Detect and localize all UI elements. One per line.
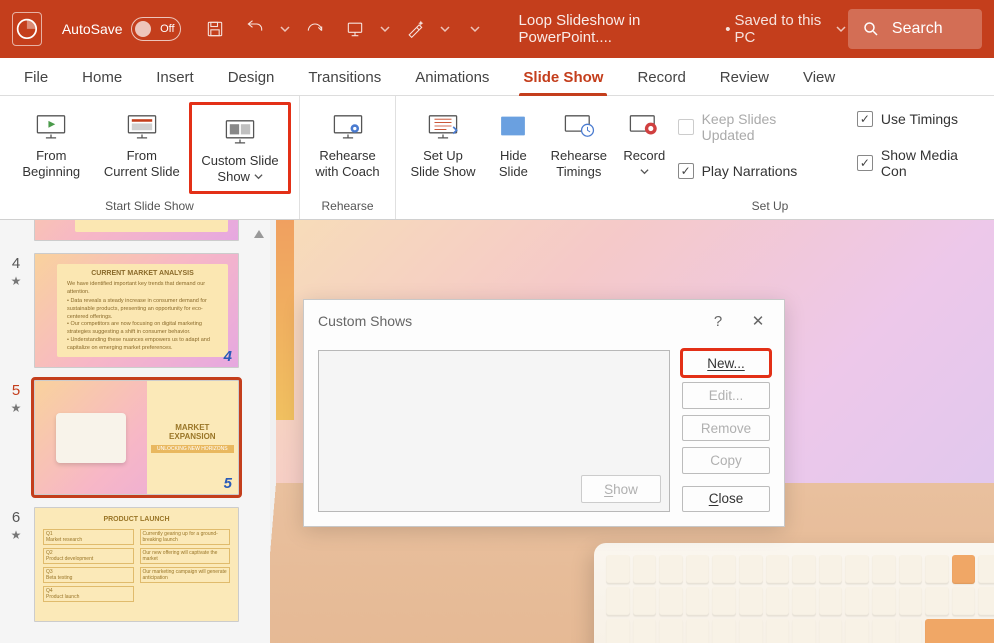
- setup-icon: [426, 108, 460, 144]
- designer-button[interactable]: [397, 11, 433, 47]
- animation-star-icon: ★: [11, 274, 22, 288]
- slide-number: [6, 226, 26, 241]
- rehearse-with-coach-button[interactable]: Rehearse with Coach: [308, 102, 387, 184]
- group-label-setup: Set Up: [554, 197, 986, 217]
- powerpoint-app-icon: [12, 12, 42, 46]
- thumbnail-row-4[interactable]: 4★ CURRENT MARKET ANALYSIS We have ident…: [0, 247, 254, 374]
- title-bar: AutoSave Off Loop Slideshow in PowerPoin…: [0, 0, 994, 58]
- screen-icon: [125, 108, 159, 144]
- group-label-rehearse: Rehearse: [308, 197, 387, 217]
- dialog-title: Custom Shows: [318, 313, 698, 329]
- save-button[interactable]: [197, 11, 233, 47]
- record-button[interactable]: Record: [617, 102, 672, 184]
- dialog-close-icon[interactable]: ✕: [738, 305, 778, 337]
- slide-number: 4★: [6, 253, 26, 368]
- save-status[interactable]: •Saved to this PC: [725, 12, 848, 46]
- ribbon: From Beginning From Current Slide Custom…: [0, 96, 994, 220]
- custom-show-icon: [223, 113, 257, 149]
- hide-slide-button[interactable]: Hide Slide: [486, 102, 541, 184]
- coach-icon: [331, 108, 365, 144]
- slide-thumbnail-selected[interactable]: MARKET EXPANSION UNLOCKING NEW HORIZONS …: [34, 380, 239, 495]
- tab-file[interactable]: File: [20, 61, 52, 95]
- new-button[interactable]: New...: [682, 350, 770, 376]
- undo-dropdown[interactable]: [277, 21, 293, 37]
- animation-star-icon: ★: [11, 401, 22, 415]
- thumbnail-row-6[interactable]: 6★ PRODUCT LAUNCH Q1Market researchQ2Pro…: [0, 501, 254, 628]
- use-timings-checkbox[interactable]: Use Timings: [855, 108, 986, 130]
- close-button[interactable]: Close: [682, 486, 770, 512]
- search-input[interactable]: Search: [848, 9, 982, 49]
- from-beginning-button[interactable]: From Beginning: [8, 102, 95, 184]
- group-label-start: Start Slide Show: [8, 197, 291, 217]
- tab-animations[interactable]: Animations: [411, 61, 493, 95]
- document-title: Loop Slideshow in PowerPoint....: [519, 12, 710, 46]
- tab-review[interactable]: Review: [716, 61, 773, 95]
- tab-view[interactable]: View: [799, 61, 839, 95]
- designer-dropdown[interactable]: [437, 21, 453, 37]
- dialog-help-button[interactable]: ?: [698, 305, 738, 337]
- slide-thumbnails-panel[interactable]: 4★ CURRENT MARKET ANALYSIS We have ident…: [0, 220, 270, 643]
- custom-shows-dialog: Custom Shows ? ✕ Show New... Edit... Rem…: [303, 299, 785, 527]
- custom-shows-list[interactable]: Show: [318, 350, 670, 512]
- slide-thumbnail[interactable]: [34, 220, 239, 241]
- timings-icon: [562, 108, 596, 144]
- ribbon-tabs: File Home Insert Design Transitions Anim…: [0, 58, 994, 96]
- tab-insert[interactable]: Insert: [152, 61, 198, 95]
- redo-button[interactable]: [297, 11, 333, 47]
- slide-number: 5★: [6, 380, 26, 495]
- remove-button[interactable]: Remove: [682, 415, 770, 441]
- slide-number: 6★: [6, 507, 26, 622]
- search-icon: [862, 20, 880, 38]
- thumbnail-row-3[interactable]: [0, 220, 254, 247]
- quick-access-toolbar: [197, 11, 483, 47]
- present-dropdown[interactable]: [377, 21, 393, 37]
- show-media-controls-checkbox[interactable]: Show Media Con: [855, 144, 986, 182]
- tab-slide-show[interactable]: Slide Show: [519, 61, 607, 95]
- autosave-label: AutoSave: [62, 21, 123, 37]
- slide-thumbnail[interactable]: CURRENT MARKET ANALYSIS We have identifi…: [34, 253, 239, 368]
- present-from-beginning-button[interactable]: [337, 11, 373, 47]
- tab-design[interactable]: Design: [224, 61, 279, 95]
- animation-star-icon: ★: [11, 528, 22, 542]
- toggle-off-icon: Off: [131, 17, 181, 41]
- play-screen-icon: [34, 108, 68, 144]
- copy-button[interactable]: Copy: [682, 447, 770, 473]
- search-placeholder: Search: [892, 20, 943, 38]
- custom-slide-show-button[interactable]: Custom Slide Show: [194, 107, 286, 189]
- scroll-up-icon[interactable]: [254, 230, 264, 238]
- tab-home[interactable]: Home: [78, 61, 126, 95]
- keep-slides-updated-checkbox[interactable]: Keep Slides Updated: [676, 108, 831, 146]
- autosave-toggle[interactable]: AutoSave Off: [62, 17, 181, 41]
- thumbnail-row-5[interactable]: 5★ MARKET EXPANSION UNLOCKING NEW HORIZO…: [0, 374, 254, 501]
- custom-slide-show-highlight: Custom Slide Show: [189, 102, 291, 194]
- slide-thumbnail[interactable]: PRODUCT LAUNCH Q1Market researchQ2Produc…: [34, 507, 239, 622]
- from-current-slide-button[interactable]: From Current Slide: [99, 102, 186, 184]
- tab-record[interactable]: Record: [633, 61, 689, 95]
- qat-customize-dropdown[interactable]: [467, 21, 483, 37]
- keyboard-image: [594, 543, 994, 643]
- setup-slide-show-button[interactable]: Set Up Slide Show: [404, 102, 482, 184]
- show-button[interactable]: Show: [581, 475, 661, 503]
- undo-button[interactable]: [237, 11, 273, 47]
- hide-slide-icon: [496, 108, 530, 144]
- edit-button[interactable]: Edit...: [682, 382, 770, 408]
- record-icon: [627, 108, 661, 144]
- rehearse-timings-button[interactable]: Rehearse Timings: [545, 102, 613, 184]
- play-narrations-checkbox[interactable]: Play Narrations: [676, 160, 831, 182]
- tab-transitions[interactable]: Transitions: [304, 61, 385, 95]
